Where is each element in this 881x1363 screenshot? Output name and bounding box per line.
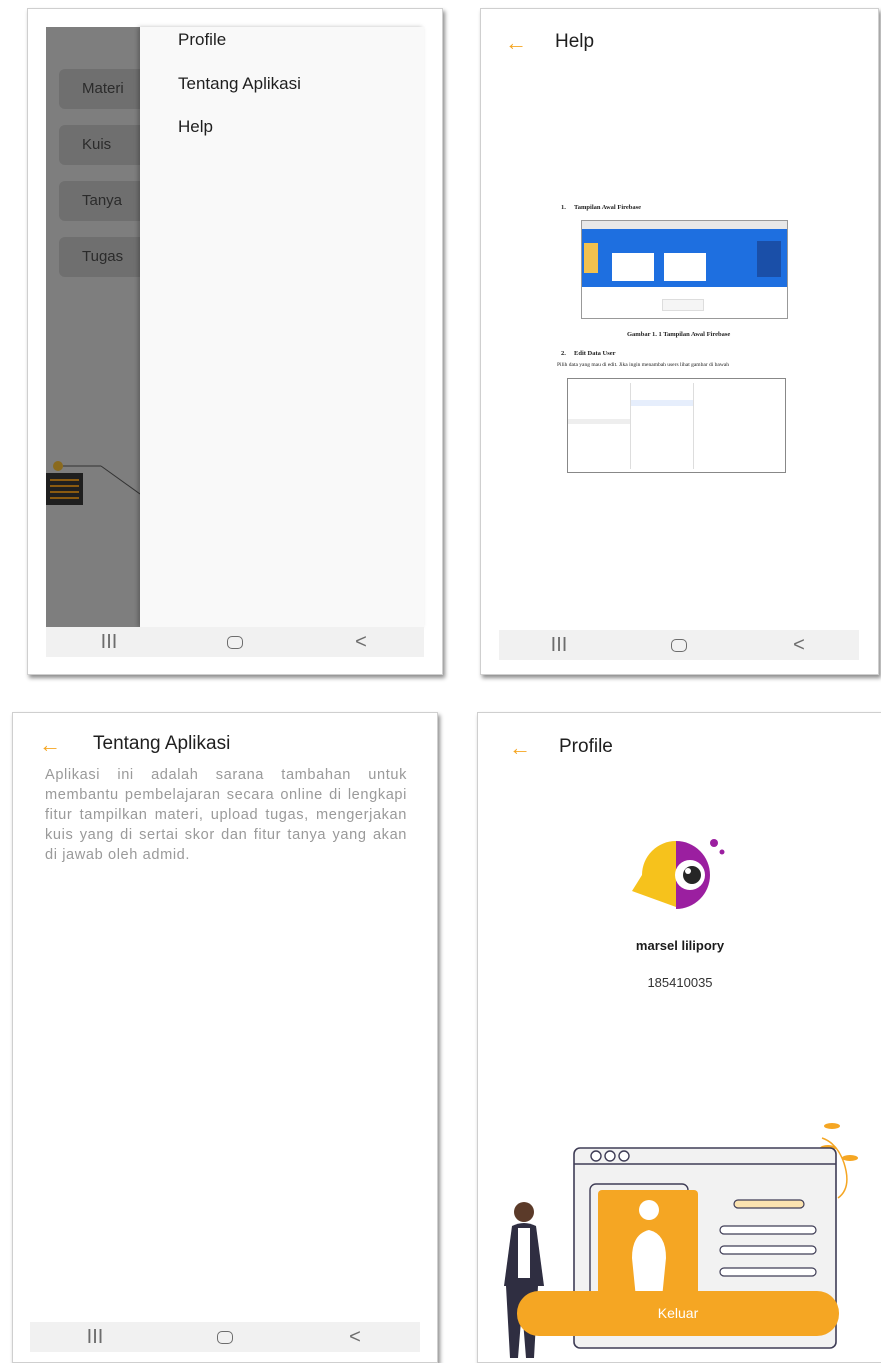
drawer-item-tentang-aplikasi[interactable]: Tentang Aplikasi (178, 74, 301, 94)
about-description: Aplikasi ini adalah sarana tambahan untu… (45, 767, 407, 863)
drawer-item-help[interactable]: Help (178, 117, 213, 137)
users-table-screenshot (567, 378, 786, 473)
profile-id: 185410035 (647, 975, 713, 990)
home-icon (671, 639, 687, 653)
recents-button[interactable]: III (65, 1322, 125, 1352)
profile-name: marsel lilipory (635, 938, 725, 953)
screen-help: ← Help 1. Tampilan Awal Firebase Gambar … (480, 8, 879, 675)
doc-heading-1: 1. Tampilan Awal Firebase (561, 204, 642, 211)
page-title: Profile (559, 736, 613, 757)
home-button[interactable] (195, 1322, 255, 1352)
recents-button[interactable]: III (529, 630, 589, 660)
system-nav-bar: III < (46, 627, 424, 657)
screen-about: ← Tentang Aplikasi Aplikasi ini adalah s… (12, 712, 438, 1363)
system-nav-bar: III < (30, 1322, 420, 1352)
system-nav-bar: III < (499, 630, 859, 660)
home-button[interactable] (205, 627, 265, 657)
logout-button[interactable]: Keluar (517, 1291, 839, 1336)
screen-drawer: Materi Kuis Tanya Tugas Profile Tentang … (27, 8, 443, 675)
home-button[interactable] (649, 630, 709, 660)
home-icon (227, 636, 243, 650)
book-illustration (46, 461, 140, 505)
back-button[interactable]: < (325, 1322, 385, 1352)
drawer-item-profile[interactable]: Profile (178, 30, 226, 50)
recents-button[interactable]: III (79, 627, 139, 657)
doc-paragraph-2: Pilih data yang mau di edit. Jika ingin … (557, 362, 729, 368)
back-button[interactable]: < (331, 627, 391, 657)
page-title: Tentang Aplikasi (93, 733, 231, 754)
back-arrow-icon[interactable]: ← (509, 737, 531, 759)
home-icon (217, 1331, 233, 1345)
app-logo (632, 839, 725, 909)
content-overlay[interactable]: Materi Kuis Tanya Tugas (46, 27, 172, 627)
page-title: Help (555, 31, 595, 52)
back-arrow-icon[interactable]: ← (505, 32, 527, 54)
back-arrow-icon[interactable]: ← (39, 734, 61, 756)
doc-heading-2: 2. Edit Data User (561, 350, 616, 357)
navigation-drawer: Profile Tentang Aplikasi Help (140, 27, 424, 627)
screen-profile: ← Profile marsel lilipory 185410035 Kelu… (477, 712, 881, 1363)
back-button[interactable]: < (769, 630, 829, 660)
doc-caption-1: Gambar 1. 1 Tampilan Awal Firebase (627, 331, 731, 338)
firebase-screenshot (581, 220, 788, 319)
